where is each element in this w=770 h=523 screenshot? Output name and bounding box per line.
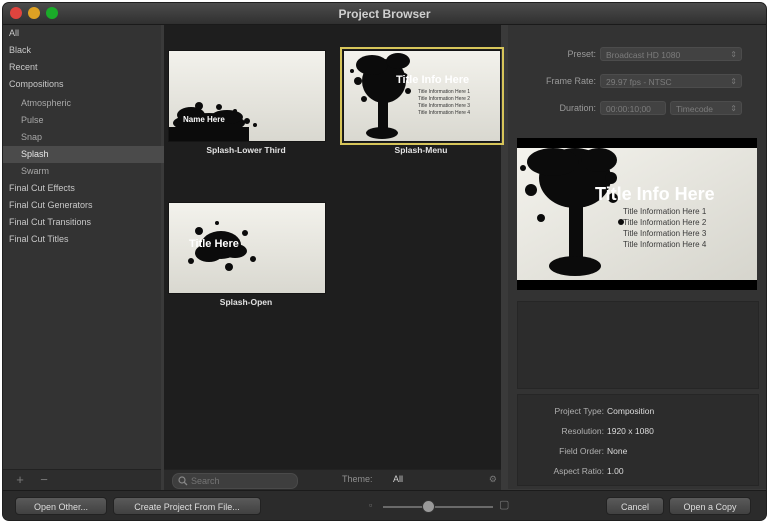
preview-line: Title Information Here 2 bbox=[623, 218, 707, 227]
browser-toolbar: Theme: All ⚙ bbox=[164, 469, 501, 490]
sidebar-item-final-cut-transitions[interactable]: Final Cut Transitions bbox=[3, 214, 167, 231]
project-browser-window: Project Browser All Black Recent Composi… bbox=[3, 3, 766, 520]
settings-icon[interactable]: ⚙ bbox=[489, 474, 497, 485]
duration-field[interactable]: 00:00:10;00 bbox=[600, 101, 666, 115]
open-other-button[interactable]: Open Other... bbox=[15, 497, 107, 515]
chevron-up-down-icon: ⇕ bbox=[730, 104, 737, 113]
open-a-copy-button[interactable]: Open a Copy bbox=[669, 497, 751, 515]
info-value: None bbox=[607, 446, 628, 456]
template-browser: Name Here Splash-Lower Third Title Info … bbox=[164, 25, 504, 469]
theme-label: Theme: bbox=[342, 474, 373, 484]
duration-unit-select[interactable]: Timecode ⇕ bbox=[670, 101, 742, 115]
add-icon[interactable]: + bbox=[11, 473, 29, 487]
preset-label: Preset: bbox=[567, 49, 596, 59]
thumbnail-caption: Splash-Open bbox=[219, 297, 273, 307]
info-key: Field Order: bbox=[559, 446, 604, 456]
sidebar-item-final-cut-effects[interactable]: Final Cut Effects bbox=[3, 180, 167, 197]
zoom-out-icon[interactable]: ▫ bbox=[369, 500, 372, 510]
search-icon bbox=[178, 476, 188, 486]
duration-unit-value: Timecode bbox=[676, 104, 714, 114]
cancel-button[interactable]: Cancel bbox=[606, 497, 664, 515]
thumbnail-size-slider[interactable] bbox=[383, 506, 493, 508]
sidebar-item-swarm[interactable]: Swarm bbox=[3, 163, 179, 180]
thumbnail-overlay-text: Title Info Here bbox=[396, 74, 469, 86]
remove-icon[interactable]: − bbox=[35, 473, 53, 487]
sidebar-item-label: Compositions bbox=[9, 79, 64, 89]
thumbnail-overlay-text: Title Here bbox=[189, 238, 239, 250]
sidebar-item-label: Pulse bbox=[21, 115, 44, 125]
slider-knob[interactable] bbox=[422, 500, 435, 513]
menu-line: Title Information Here 4 bbox=[418, 110, 470, 116]
footer-bar: Open Other... Create Project From File..… bbox=[3, 490, 766, 520]
create-project-from-file-button[interactable]: Create Project From File... bbox=[113, 497, 261, 515]
splash-open-image: Title Here bbox=[169, 203, 325, 293]
sidebar-item-label: Final Cut Titles bbox=[9, 234, 69, 244]
sidebar-item-recent[interactable]: Recent bbox=[3, 59, 167, 76]
sidebar-item-all[interactable]: All bbox=[3, 25, 167, 42]
sidebar-item-label: Snap bbox=[21, 132, 43, 142]
inspector-panel: Preset: Broadcast HD 1080 ⇕ Frame Rate: 2… bbox=[508, 25, 766, 489]
chevron-up-down-icon: ⇕ bbox=[730, 50, 737, 59]
preview-viewer: Title Info Here Title Information Here 1… bbox=[517, 138, 757, 290]
info-key: Project Type: bbox=[554, 406, 604, 416]
info-value: Composition bbox=[607, 406, 655, 416]
menu-line: Title Information Here 1 bbox=[418, 89, 470, 95]
preset-value: Broadcast HD 1080 bbox=[606, 50, 681, 60]
duration-label: Duration: bbox=[559, 103, 596, 113]
preview-line: Title Information Here 4 bbox=[623, 240, 707, 249]
menu-line: Title Information Here 3 bbox=[418, 103, 470, 109]
project-info-panel: Project Type: Composition Resolution: 19… bbox=[517, 394, 759, 486]
search-field[interactable] bbox=[172, 473, 298, 489]
sidebar-item-label: Splash bbox=[21, 149, 49, 159]
sidebar-item-black[interactable]: Black bbox=[3, 42, 167, 59]
preset-select[interactable]: Broadcast HD 1080 ⇕ bbox=[600, 47, 742, 61]
sidebar-item-pulse[interactable]: Pulse bbox=[3, 112, 179, 129]
sidebar-item-compositions[interactable]: Compositions bbox=[3, 76, 167, 93]
sidebar-item-label: Final Cut Effects bbox=[9, 183, 75, 193]
info-key: Resolution: bbox=[561, 426, 604, 436]
thumbnail-overlay-text: Name Here bbox=[183, 115, 225, 124]
sidebar-item-snap[interactable]: Snap bbox=[3, 129, 179, 146]
thumbnail-splash-open[interactable]: Title Here bbox=[168, 202, 326, 294]
category-sidebar: All Black Recent Compositions Atmospheri… bbox=[3, 25, 179, 469]
frame-rate-value: 29.97 fps - NTSC bbox=[606, 77, 672, 87]
sidebar-item-final-cut-titles[interactable]: Final Cut Titles bbox=[3, 231, 167, 248]
frame-rate-label: Frame Rate: bbox=[545, 76, 596, 86]
info-key: Aspect Ratio: bbox=[553, 466, 604, 476]
chevron-up-down-icon: ⇕ bbox=[730, 77, 737, 86]
sidebar-item-final-cut-generators[interactable]: Final Cut Generators bbox=[3, 197, 167, 214]
thumbnail-splash-lower-third[interactable]: Name Here bbox=[168, 50, 326, 142]
frame-rate-select[interactable]: 29.97 fps - NTSC ⇕ bbox=[600, 74, 742, 88]
sidebar-item-label: Final Cut Transitions bbox=[9, 217, 92, 227]
search-input[interactable] bbox=[191, 475, 291, 487]
window-title: Project Browser bbox=[338, 7, 431, 21]
splash-lower-third-image: Name Here bbox=[169, 51, 325, 141]
thumbnail-splash-menu[interactable]: Title Info Here Title Information Here 1… bbox=[340, 47, 504, 145]
preview-title: Title Info Here bbox=[595, 184, 715, 204]
info-value: 1.00 bbox=[607, 466, 624, 476]
sidebar-item-label: Final Cut Generators bbox=[9, 200, 93, 210]
preview-line: Title Information Here 1 bbox=[623, 207, 707, 216]
sidebar-item-splash[interactable]: Splash bbox=[3, 146, 179, 163]
menu-line: Title Information Here 2 bbox=[418, 96, 470, 102]
duration-value: 00:00:10;00 bbox=[606, 104, 651, 114]
title-bar: Project Browser bbox=[3, 3, 766, 25]
sidebar-item-label: All bbox=[9, 28, 20, 38]
sidebar-item-label: Atmospheric bbox=[21, 98, 72, 108]
preview-image: Title Info Here Title Information Here 1… bbox=[517, 148, 757, 280]
sidebar-item-label: Black bbox=[9, 45, 32, 55]
preview-line: Title Information Here 3 bbox=[623, 229, 707, 238]
thumbnail-caption: Splash-Lower Third bbox=[206, 145, 286, 155]
sidebar-item-label: Recent bbox=[9, 62, 38, 72]
sidebar-item-label: Swarm bbox=[21, 166, 50, 176]
info-value: 1920 x 1080 bbox=[607, 426, 654, 436]
splash-menu-image: Title Info Here Title Information Here 1… bbox=[344, 51, 500, 141]
theme-select[interactable]: All bbox=[393, 474, 403, 484]
description-panel bbox=[517, 301, 759, 389]
thumbnail-caption: Splash-Menu bbox=[394, 145, 448, 155]
zoom-in-icon[interactable]: ▢ bbox=[499, 498, 509, 511]
sidebar-item-atmospheric[interactable]: Atmospheric bbox=[3, 95, 179, 112]
sidebar-toolbar: + − bbox=[3, 469, 161, 490]
